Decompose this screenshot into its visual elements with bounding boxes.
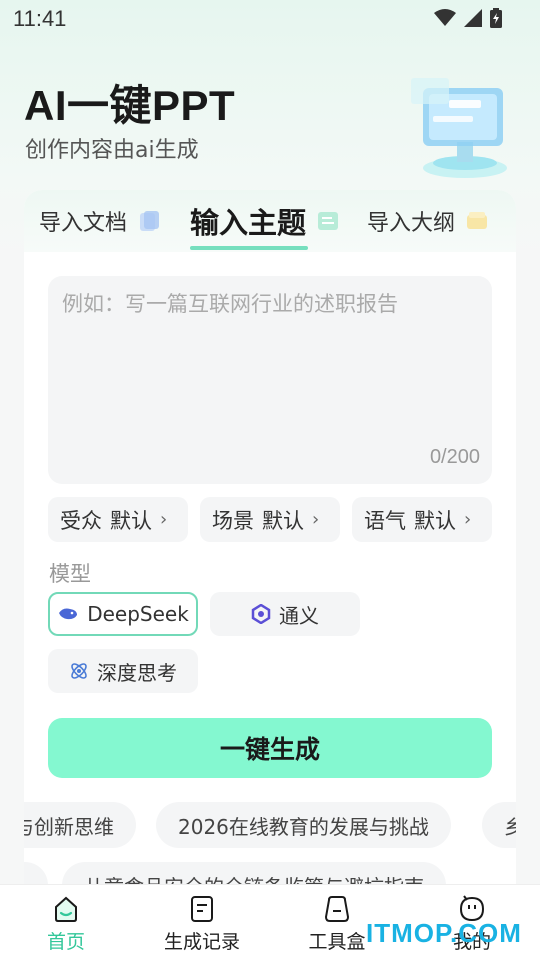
outline-icon [467,212,488,229]
suggestion-text: 乡 [504,814,516,839]
nav-label: 生成记录 [163,931,240,953]
generate-button[interactable]: 一键生成 [48,718,492,778]
suggestion-text: 与创新思维 [24,814,114,839]
chip-value: 默认 [110,508,152,533]
status-time: 11:41 [13,6,67,31]
tone-selector[interactable]: 语气 默认 › [352,497,492,542]
status-bar: 11:41 [0,0,540,40]
topic-input[interactable] [48,276,492,484]
document-list-icon [191,896,213,922]
page-title: AI一键PPT [24,82,236,129]
chip-name: 受众 [60,508,102,533]
toolbox-icon [324,896,350,922]
model-tongyi-button[interactable]: 通义 [210,592,360,636]
chevron-right-icon: › [312,509,320,530]
suggestion-row-2: 品 儿童食品安全的全链条监管与避坑指南 [24,862,516,884]
active-tab-indicator [190,246,308,250]
scene-selector[interactable]: 场景 默认 › [200,497,340,542]
nav-label: 工具盒 [308,931,366,953]
model-label-text: DeepSeek [87,602,189,626]
tab-label: 输入主题 [190,206,307,240]
model-label-text: 深度思考 [97,660,177,685]
deepseek-whale-icon [59,608,78,620]
tab-import-document[interactable]: 导入文档 [39,205,161,237]
tab-label: 导入大纲 [367,211,456,236]
tab-import-outline[interactable]: 导入大纲 [367,205,489,237]
suggestion-chip[interactable]: 与创新思维 [24,802,136,848]
tab-input-topic[interactable]: 输入主题 [190,200,340,242]
tab-label: 导入文档 [39,211,128,236]
atom-icon [71,663,87,679]
suggestion-text: 儿童食品安全的全链条监管与避坑指南 [84,871,424,885]
suggestion-text: 2026在线教育的发展与挑战 [178,814,429,839]
topic-icon [318,212,339,230]
audience-selector[interactable]: 受众 默认 › [48,497,188,542]
nav-history[interactable]: 生成记录 [152,895,252,954]
computer-illustration-icon [411,78,507,178]
chevron-right-icon: › [160,509,168,530]
suggestion-text: 品 [24,871,26,885]
char-count: 0/200 [429,446,480,468]
tongyi-icon [251,604,271,624]
model-deepseek-button[interactable]: DeepSeek [48,592,198,636]
signal-icon [464,9,482,27]
page-subtitle: 创作内容由ai生成 [25,138,199,163]
document-icon [140,211,160,231]
deep-thinking-toggle[interactable]: 深度思考 [48,649,198,693]
chevron-right-icon: › [464,509,472,530]
chip-name: 语气 [364,508,406,533]
suggestion-chip[interactable]: 2026在线教育的发展与挑战 [156,802,451,848]
suggestion-chip[interactable]: 乡 [482,802,516,848]
wifi-icon [434,9,456,26]
nav-home[interactable]: 首页 [16,895,116,954]
suggestion-row-1: 与创新思维 2026在线教育的发展与挑战 乡 [24,802,516,848]
chip-value: 默认 [414,508,456,533]
battery-icon [490,8,502,28]
model-label-text: 通义 [279,603,319,628]
suggestion-chip[interactable]: 品 [24,862,48,884]
model-label: 模型 [49,562,91,586]
chip-value: 默认 [262,508,304,533]
home-icon [55,896,77,922]
nav-label: 首页 [46,931,85,953]
suggestion-chip[interactable]: 儿童食品安全的全链条监管与避坑指南 [62,862,446,884]
status-icons [434,8,502,28]
site-watermark: ITMOP.COM [366,918,522,948]
chip-name: 场景 [212,508,254,533]
